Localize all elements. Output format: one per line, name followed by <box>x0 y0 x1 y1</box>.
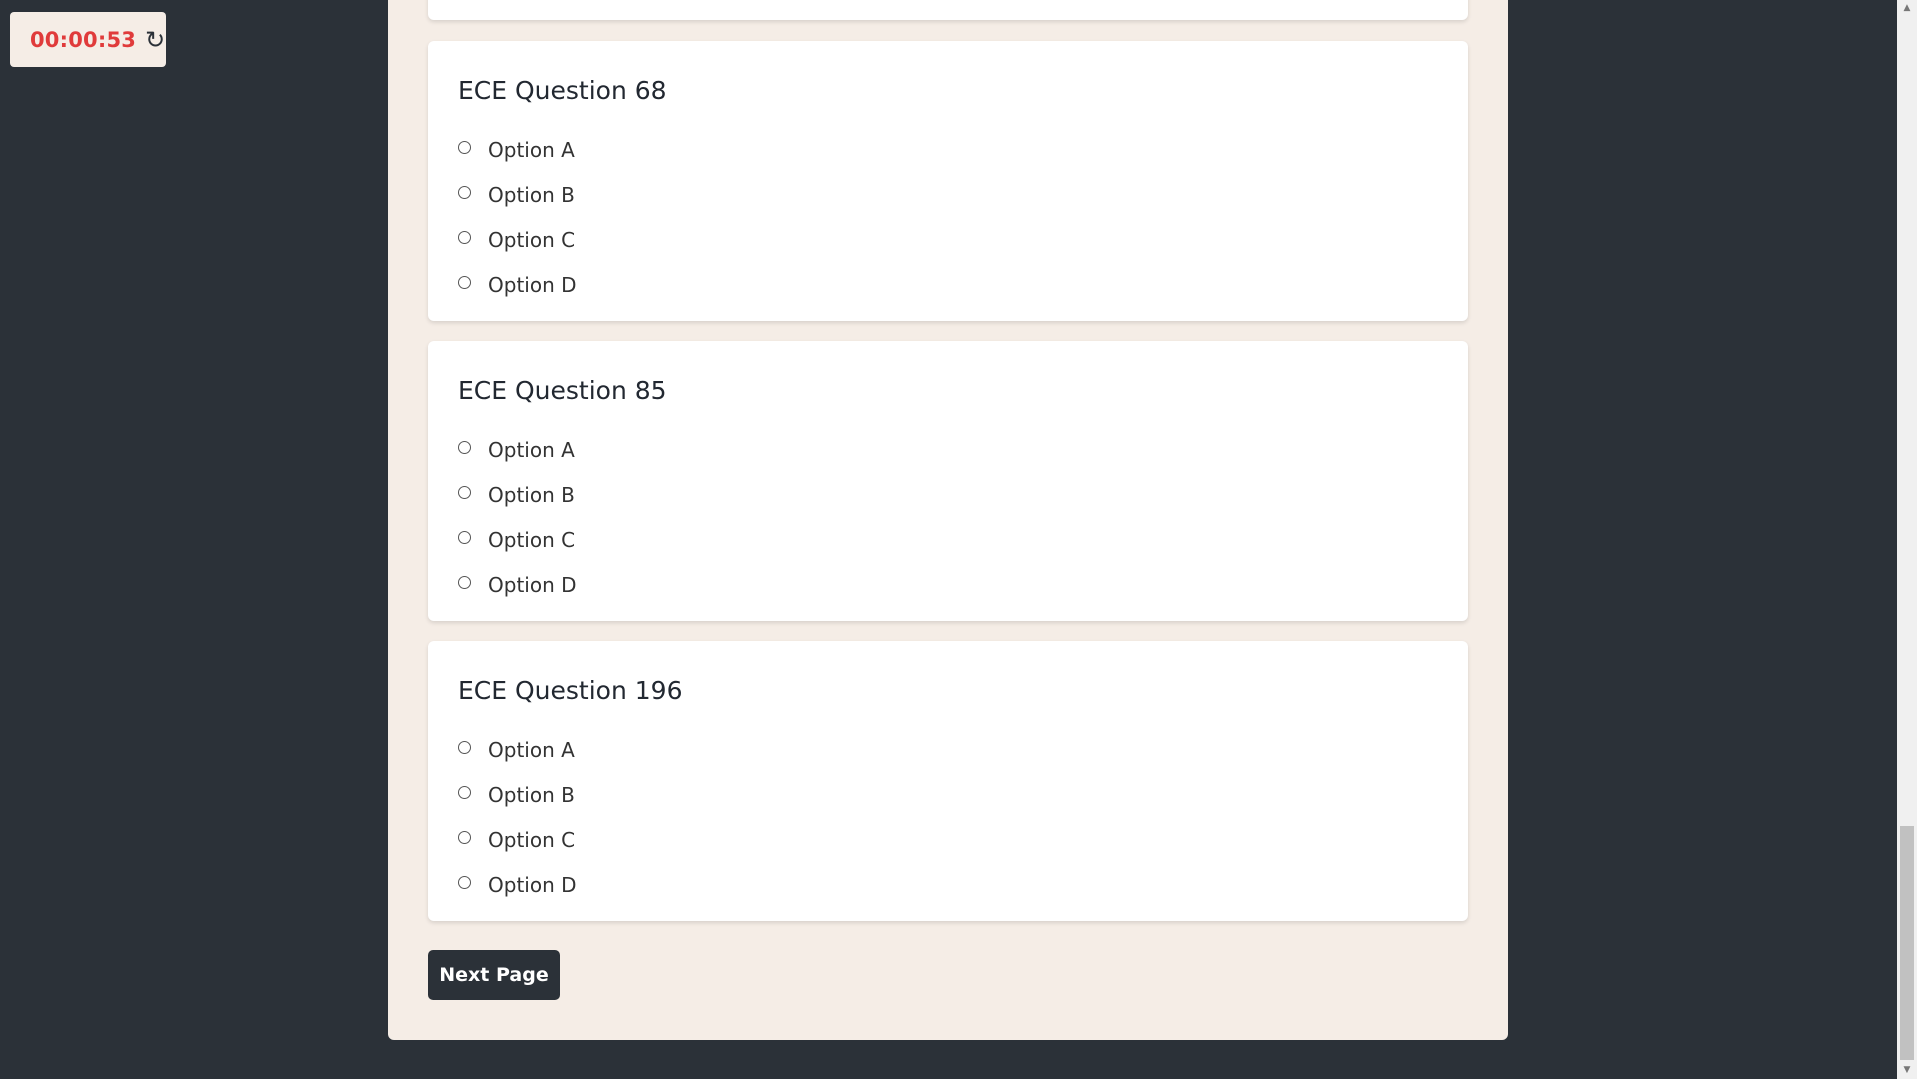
radio-button[interactable] <box>458 531 471 544</box>
radio-button[interactable] <box>458 441 471 454</box>
radio-button[interactable] <box>458 741 471 754</box>
vertical-scrollbar[interactable]: ▲ ▼ <box>1897 0 1917 1079</box>
radio-button[interactable] <box>458 786 471 799</box>
option-b[interactable]: Option B <box>458 472 577 517</box>
timer-widget: 00:00:53 ↻ <box>10 12 166 67</box>
radio-button[interactable] <box>458 576 471 589</box>
page: 00:00:53 ↻ ECE Question 68 Option A Opti… <box>0 0 1917 1079</box>
option-c[interactable]: Option C <box>458 217 577 262</box>
option-label: Option B <box>488 482 575 507</box>
option-a[interactable]: Option A <box>458 727 577 772</box>
option-label: Option D <box>488 872 577 897</box>
previous-question-card <box>428 0 1468 20</box>
radio-button[interactable] <box>458 876 471 889</box>
scroll-down-icon[interactable]: ▼ <box>1897 1062 1917 1079</box>
option-a[interactable]: Option A <box>458 427 577 472</box>
option-label: Option A <box>488 137 575 162</box>
next-page-button[interactable]: Next Page <box>428 950 560 1000</box>
option-list: Option A Option B Option C Option D <box>458 127 577 307</box>
option-label: Option C <box>488 227 576 252</box>
radio-button[interactable] <box>458 486 471 499</box>
scroll-up-icon[interactable]: ▲ <box>1897 0 1917 17</box>
question-title: ECE Question 68 <box>458 76 667 105</box>
option-label: Option B <box>488 782 575 807</box>
question-title: ECE Question 196 <box>458 676 683 705</box>
option-c[interactable]: Option C <box>458 517 577 562</box>
radio-button[interactable] <box>458 186 471 199</box>
option-d[interactable]: Option D <box>458 262 577 307</box>
radio-button[interactable] <box>458 231 471 244</box>
option-list: Option A Option B Option C Option D <box>458 727 577 907</box>
option-label: Option C <box>488 827 576 852</box>
option-label: Option C <box>488 527 576 552</box>
question-card: ECE Question 196 Option A Option B Optio… <box>428 641 1468 921</box>
option-d[interactable]: Option D <box>458 862 577 907</box>
option-list: Option A Option B Option C Option D <box>458 427 577 607</box>
radio-button[interactable] <box>458 831 471 844</box>
option-label: Option A <box>488 437 575 462</box>
radio-button[interactable] <box>458 141 471 154</box>
option-b[interactable]: Option B <box>458 172 577 217</box>
question-title: ECE Question 85 <box>458 376 667 405</box>
question-card: ECE Question 85 Option A Option B Option… <box>428 341 1468 621</box>
option-c[interactable]: Option C <box>458 817 577 862</box>
option-label: Option A <box>488 737 575 762</box>
scrollbar-thumb[interactable] <box>1900 826 1914 1060</box>
option-label: Option D <box>488 272 577 297</box>
option-b[interactable]: Option B <box>458 772 577 817</box>
option-label: Option D <box>488 572 577 597</box>
quiz-panel: ECE Question 68 Option A Option B Option… <box>388 0 1508 1040</box>
radio-button[interactable] <box>458 276 471 289</box>
timer-value: 00:00:53 <box>30 27 137 52</box>
option-a[interactable]: Option A <box>458 127 577 172</box>
option-d[interactable]: Option D <box>458 562 577 607</box>
option-label: Option B <box>488 182 575 207</box>
question-card: ECE Question 68 Option A Option B Option… <box>428 41 1468 321</box>
refresh-icon[interactable]: ↻ <box>145 28 165 52</box>
